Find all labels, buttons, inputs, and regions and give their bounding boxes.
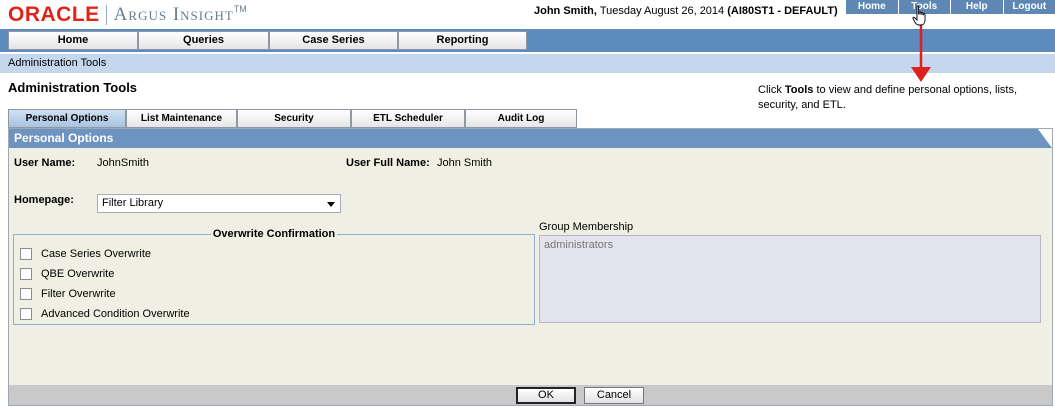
callout-bold: Tools: [784, 84, 814, 96]
homepage-value: Filter Library: [102, 197, 164, 209]
case-series-overwrite-checkbox[interactable]: [20, 248, 32, 260]
user-name: John Smith,: [534, 5, 597, 17]
brand-logo: ORACLE Argus Insight TM: [8, 3, 247, 27]
filter-overwrite-checkbox[interactable]: [20, 288, 32, 300]
group-item[interactable]: administrators: [544, 239, 613, 251]
personal-options-panel: Personal Options User Name: JohnSmith Us…: [8, 128, 1053, 406]
tab-security[interactable]: Security: [237, 109, 351, 128]
breadcrumb: Administration Tools: [0, 54, 1055, 73]
nav-reporting[interactable]: Reporting: [398, 31, 527, 50]
overwrite-legend-text: Overwrite Confirmation: [210, 228, 338, 240]
current-date: Tuesday August 26, 2014: [599, 5, 725, 17]
hand-pointer-icon: [912, 5, 926, 26]
top-link-help[interactable]: Help: [951, 0, 1004, 14]
group-membership-list[interactable]: administrators: [539, 235, 1041, 323]
full-name-value: John Smith: [437, 157, 493, 169]
filter-overwrite-label: Filter Overwrite: [41, 288, 116, 300]
tab-personal-options[interactable]: Personal Options: [8, 109, 126, 128]
page-title: Administration Tools: [8, 80, 138, 95]
panel-title: Personal Options: [14, 131, 114, 145]
option-qbe-overwrite: QBE Overwrite: [20, 267, 114, 281]
option-case-series-overwrite: Case Series Overwrite: [20, 247, 151, 261]
overwrite-legend: Overwrite Confirmation: [14, 228, 534, 240]
user-name-value: JohnSmith: [97, 157, 149, 169]
tab-etl-scheduler[interactable]: ETL Scheduler: [351, 109, 465, 128]
homepage-label: Homepage:: [14, 194, 74, 206]
environment: (AI80ST1 - DEFAULT): [727, 5, 838, 17]
tab-list-maintenance[interactable]: List Maintenance: [126, 109, 237, 128]
callout-note: Click Tools to view and define personal …: [758, 83, 1048, 113]
panel-corner: [1038, 129, 1052, 148]
qbe-overwrite-label: QBE Overwrite: [41, 268, 115, 280]
product-name: Argus Insight: [113, 4, 234, 25]
overwrite-confirmation-group: Overwrite Confirmation Case Series Overw…: [13, 228, 535, 325]
logo-divider: [105, 5, 107, 25]
callout-pre: Click: [758, 84, 785, 96]
top-links: Home Tools Help Logout: [846, 0, 1055, 14]
nav-home[interactable]: Home: [8, 31, 138, 50]
nav-case-series[interactable]: Case Series: [269, 31, 398, 50]
main-nav: Home Queries Case Series Reporting: [0, 29, 1055, 52]
arrow-down-icon: [911, 21, 931, 82]
advanced-condition-overwrite-label: Advanced Condition Overwrite: [41, 308, 190, 320]
panel-header: Personal Options: [9, 129, 1052, 148]
tab-audit-log[interactable]: Audit Log: [465, 109, 577, 128]
option-advanced-condition-overwrite: Advanced Condition Overwrite: [20, 307, 190, 321]
case-series-overwrite-label: Case Series Overwrite: [41, 248, 152, 260]
top-link-logout[interactable]: Logout: [1003, 0, 1055, 14]
full-name-label: User Full Name:: [346, 157, 430, 169]
advanced-condition-overwrite-checkbox[interactable]: [20, 308, 32, 320]
panel-footer: OK Cancel: [9, 385, 1052, 405]
qbe-overwrite-checkbox[interactable]: [20, 268, 32, 280]
group-membership-label: Group Membership: [539, 221, 634, 233]
ok-button[interactable]: OK: [516, 387, 576, 404]
option-filter-overwrite: Filter Overwrite: [20, 287, 116, 301]
oracle-logo: ORACLE: [8, 3, 100, 26]
chevron-down-icon: [327, 202, 335, 207]
cancel-button[interactable]: Cancel: [584, 387, 644, 404]
user-name-label: User Name:: [14, 157, 76, 169]
user-info: John Smith, Tuesday August 26, 2014 (AI8…: [534, 5, 838, 17]
homepage-select[interactable]: Filter Library: [97, 194, 341, 213]
trademark: TM: [233, 4, 247, 14]
top-link-home[interactable]: Home: [846, 0, 899, 14]
nav-queries[interactable]: Queries: [138, 31, 269, 50]
